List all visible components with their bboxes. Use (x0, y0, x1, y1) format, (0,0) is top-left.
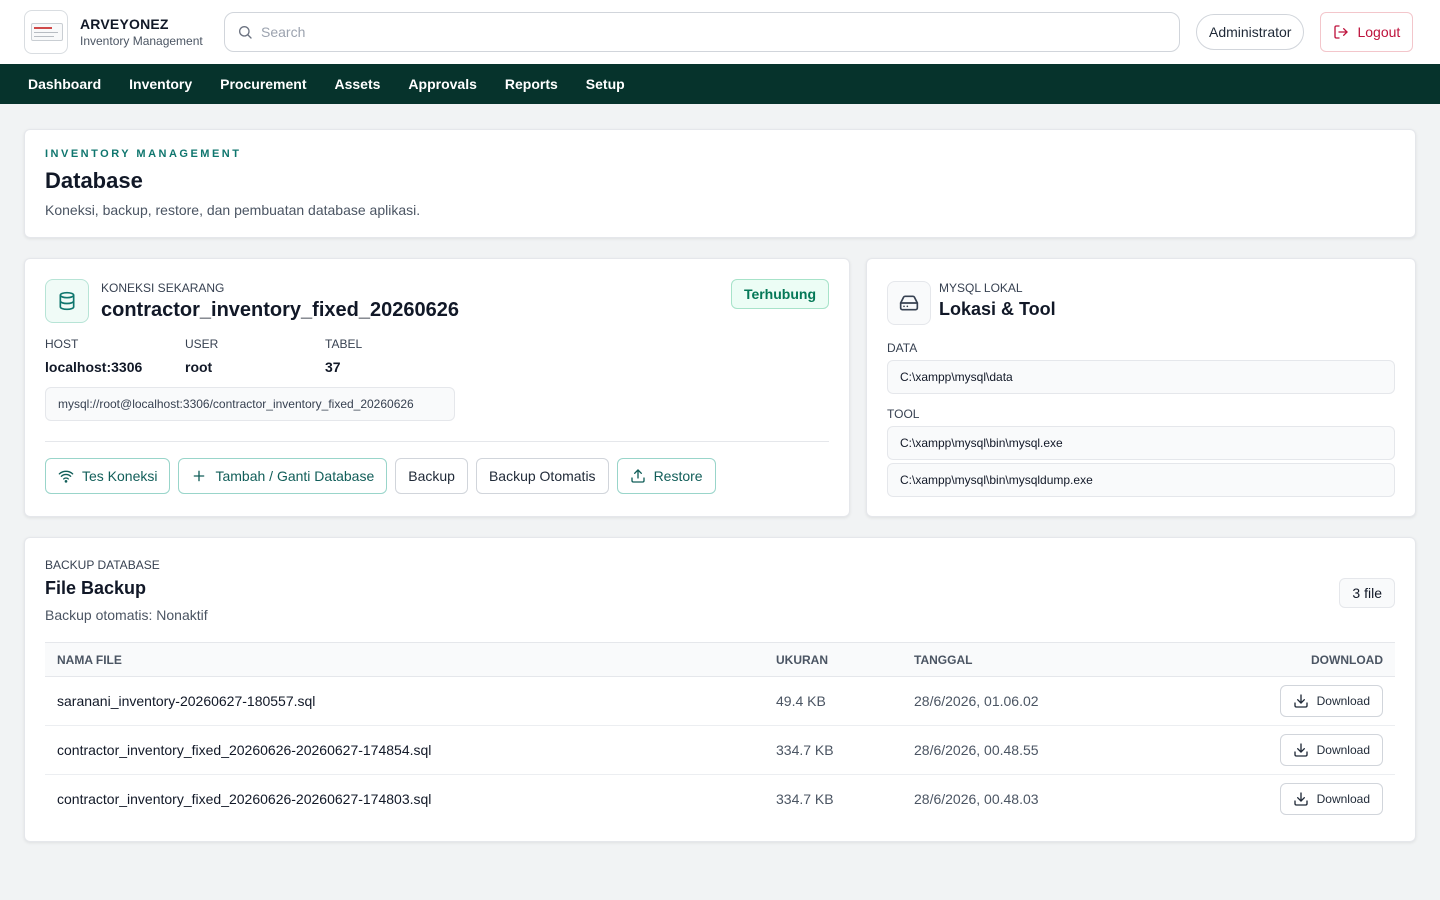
restore-label: Restore (653, 468, 703, 484)
user-menu-button[interactable]: Administrator (1196, 14, 1305, 50)
download-cell: Download (1167, 676, 1395, 726)
backup-card: BACKUP DATABASE File Backup Backup otoma… (24, 537, 1416, 842)
file-size: 49.4 KB (764, 676, 902, 726)
search-icon (239, 26, 252, 39)
download-icon (1293, 743, 1308, 757)
nav-assets[interactable]: Assets (335, 76, 381, 92)
tables-label: TABEL (325, 337, 363, 351)
backup-table: NAMA FILE UKURAN TANGGAL DOWNLOAD sarana… (45, 642, 1395, 824)
table-row: contractor_inventory_fixed_20260626-2026… (45, 725, 1395, 775)
page-title: Database (45, 168, 143, 193)
nav-inventory[interactable]: Inventory (129, 76, 192, 92)
col-download: DOWNLOAD (1311, 652, 1383, 667)
download-cell: Download (1167, 775, 1395, 824)
add-database-button[interactable]: Tambah / Ganti Database (178, 458, 388, 494)
test-connection-button[interactable]: Tes Koneksi (45, 458, 171, 494)
mysql-header: MYSQL LOKAL Lokasi & Tool (939, 281, 1056, 320)
backup-title: File Backup (45, 578, 147, 598)
divider (45, 441, 829, 442)
page-eyebrow: INVENTORY MANAGEMENT (45, 148, 242, 160)
restore-button[interactable]: Restore (616, 458, 716, 494)
file-name: contractor_inventory_fixed_20260626-2026… (45, 725, 764, 775)
data-label: DATA (887, 341, 918, 355)
brand: ARVEYONEZ Inventory Management (80, 16, 208, 48)
download-button[interactable]: Download (1279, 685, 1383, 717)
backup-label: BACKUP DATABASE (45, 558, 160, 572)
nav-setup[interactable]: Setup (586, 76, 625, 92)
mysql-title: Lokasi & Tool (939, 299, 1056, 319)
file-name: contractor_inventory_fixed_20260626-2026… (57, 791, 432, 808)
upload-icon (630, 469, 645, 483)
tables-value: 37 (325, 359, 341, 375)
user-value: root (185, 359, 213, 375)
test-connection-label: Tes Koneksi (82, 468, 158, 484)
connection-label: KONEKSI SEKARANG (101, 281, 225, 295)
col-file-name: NAMA FILE (57, 652, 122, 667)
nav-dashboard[interactable]: Dashboard (28, 76, 101, 92)
meta-host: HOST localhost:3306 (45, 337, 185, 375)
download-cell: Download (1167, 725, 1395, 775)
table-row: saranani_inventory-20260627-180557.sql 4… (45, 676, 1395, 726)
backup-button[interactable]: Backup (395, 458, 468, 494)
table-header-row: NAMA FILE UKURAN TANGGAL DOWNLOAD (45, 642, 1395, 677)
connection-meta: HOST localhost:3306 USER root TABEL 37 (45, 337, 465, 375)
mysql-card: MYSQL LOKAL Lokasi & Tool DATA C:\xampp\… (866, 258, 1416, 517)
mysql-label: MYSQL LOKAL (939, 281, 1023, 295)
download-icon (1293, 792, 1308, 806)
plus-icon (194, 470, 205, 482)
meta-tables: TABEL 37 (325, 337, 465, 375)
file-size: 334.7 KB (776, 791, 834, 808)
meta-user: USER root (185, 337, 325, 375)
add-database-label: Tambah / Ganti Database (215, 468, 375, 484)
logout-icon (1334, 25, 1349, 39)
col-date: TANGGAL (914, 652, 973, 667)
download-button[interactable]: Download (1279, 783, 1383, 816)
data-path: C:\xampp\mysql\data (887, 360, 1395, 394)
app-logo[interactable] (24, 10, 68, 54)
logout-label: Logout (1357, 24, 1401, 40)
download-button[interactable]: Download (1279, 734, 1383, 766)
backup-status: Backup otomatis: Nonaktif (45, 607, 208, 623)
connection-header: KONEKSI SEKARANG contractor_inventory_fi… (101, 281, 459, 322)
top-header: ARVEYONEZ Inventory Management Administr… (0, 0, 1440, 64)
download-label: Download (1316, 792, 1370, 807)
file-date: 28/6/2026, 00.48.55 (902, 725, 1168, 775)
page-header-card: INVENTORY MANAGEMENT Database Koneksi, b… (24, 129, 1416, 238)
file-name: saranani_inventory-20260627-180557.sql (45, 676, 764, 726)
database-icon (45, 279, 89, 323)
host-label: HOST (45, 337, 79, 351)
nav-reports[interactable]: Reports (505, 76, 558, 92)
file-count-badge: 3 file (1339, 578, 1395, 608)
main-nav: Dashboard Inventory Procurement Assets A… (0, 64, 1440, 104)
nav-approvals[interactable]: Approvals (408, 76, 476, 92)
connection-db-name: contractor_inventory_fixed_20260626 (101, 299, 459, 321)
file-date: 28/6/2026, 01.06.02 (902, 676, 1168, 726)
auto-backup-button[interactable]: Backup Otomatis (475, 458, 609, 494)
page-description: Koneksi, backup, restore, dan pembuatan … (45, 202, 421, 218)
download-label: Download (1316, 694, 1370, 708)
download-icon (1293, 694, 1308, 708)
tool-path-mysqldump: C:\xampp\mysql\bin\mysqldump.exe (887, 463, 1395, 497)
search-input[interactable] (261, 24, 1167, 40)
host-value: localhost:3306 (45, 359, 143, 375)
table-row: contractor_inventory_fixed_20260626-2026… (45, 775, 1395, 824)
connection-status-badge: Terhubung (730, 279, 829, 309)
tool-path-mysql: C:\xampp\mysql\bin\mysql.exe (887, 426, 1395, 460)
search-bar[interactable] (224, 12, 1180, 52)
connection-actions: Tes Koneksi Tambah / Ganti Database Back… (45, 458, 716, 494)
file-size: 334.7 KB (764, 725, 902, 775)
hard-drive-icon (887, 281, 931, 325)
download-label: Download (1316, 743, 1370, 757)
user-label: USER (185, 337, 219, 351)
file-date: 28/6/2026, 00.48.03 (914, 791, 1039, 808)
app-subtitle: Inventory Management (80, 34, 203, 48)
col-size: UKURAN (776, 652, 828, 667)
connection-dsn: mysql://root@localhost:3306/contractor_i… (45, 387, 455, 421)
wifi-icon (58, 470, 74, 483)
connection-card: KONEKSI SEKARANG contractor_inventory_fi… (24, 258, 850, 517)
logout-button[interactable]: Logout (1320, 12, 1414, 52)
nav-procurement[interactable]: Procurement (220, 76, 306, 92)
app-name: ARVEYONEZ (80, 16, 169, 32)
tool-label: TOOL (887, 407, 920, 421)
